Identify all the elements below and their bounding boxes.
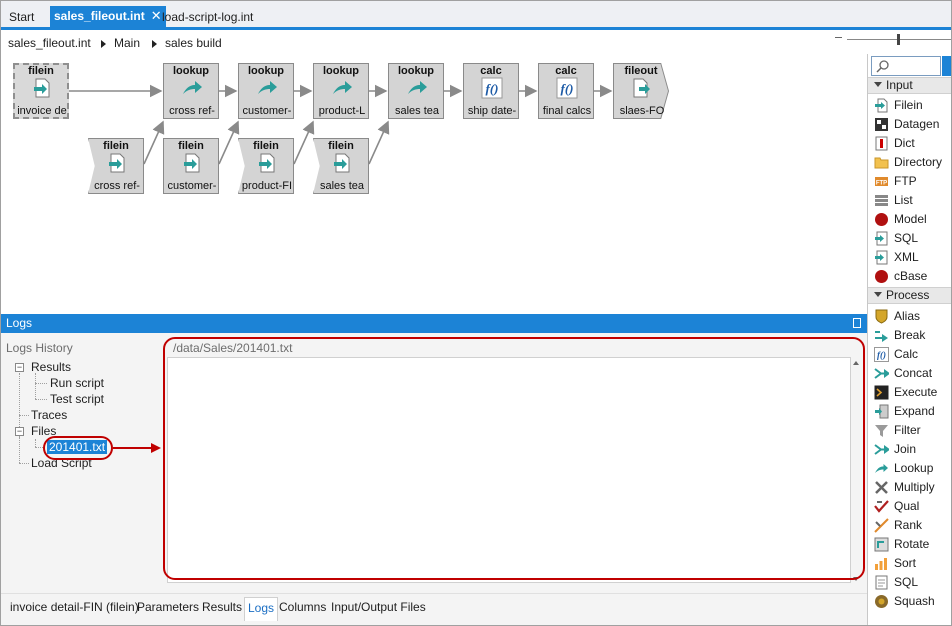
app-window: Start sales_fileout.int ✕ load-script-log… — [0, 0, 952, 626]
tab-parameters[interactable]: Parameters — [137, 600, 199, 614]
bottom-tab-strip: invoice detail-FIN (filein) Parameters R… — [1, 593, 867, 625]
tab-logs[interactable]: Logs — [244, 597, 279, 621]
annotation-arrow — [113, 443, 161, 453]
tab-results[interactable]: Results — [202, 600, 242, 614]
tab-node-info[interactable]: invoice detail-FIN (filein) — [10, 600, 139, 614]
tab-input-output-files[interactable]: Input/Output Files — [331, 600, 426, 614]
tab-columns[interactable]: Columns — [279, 600, 326, 614]
